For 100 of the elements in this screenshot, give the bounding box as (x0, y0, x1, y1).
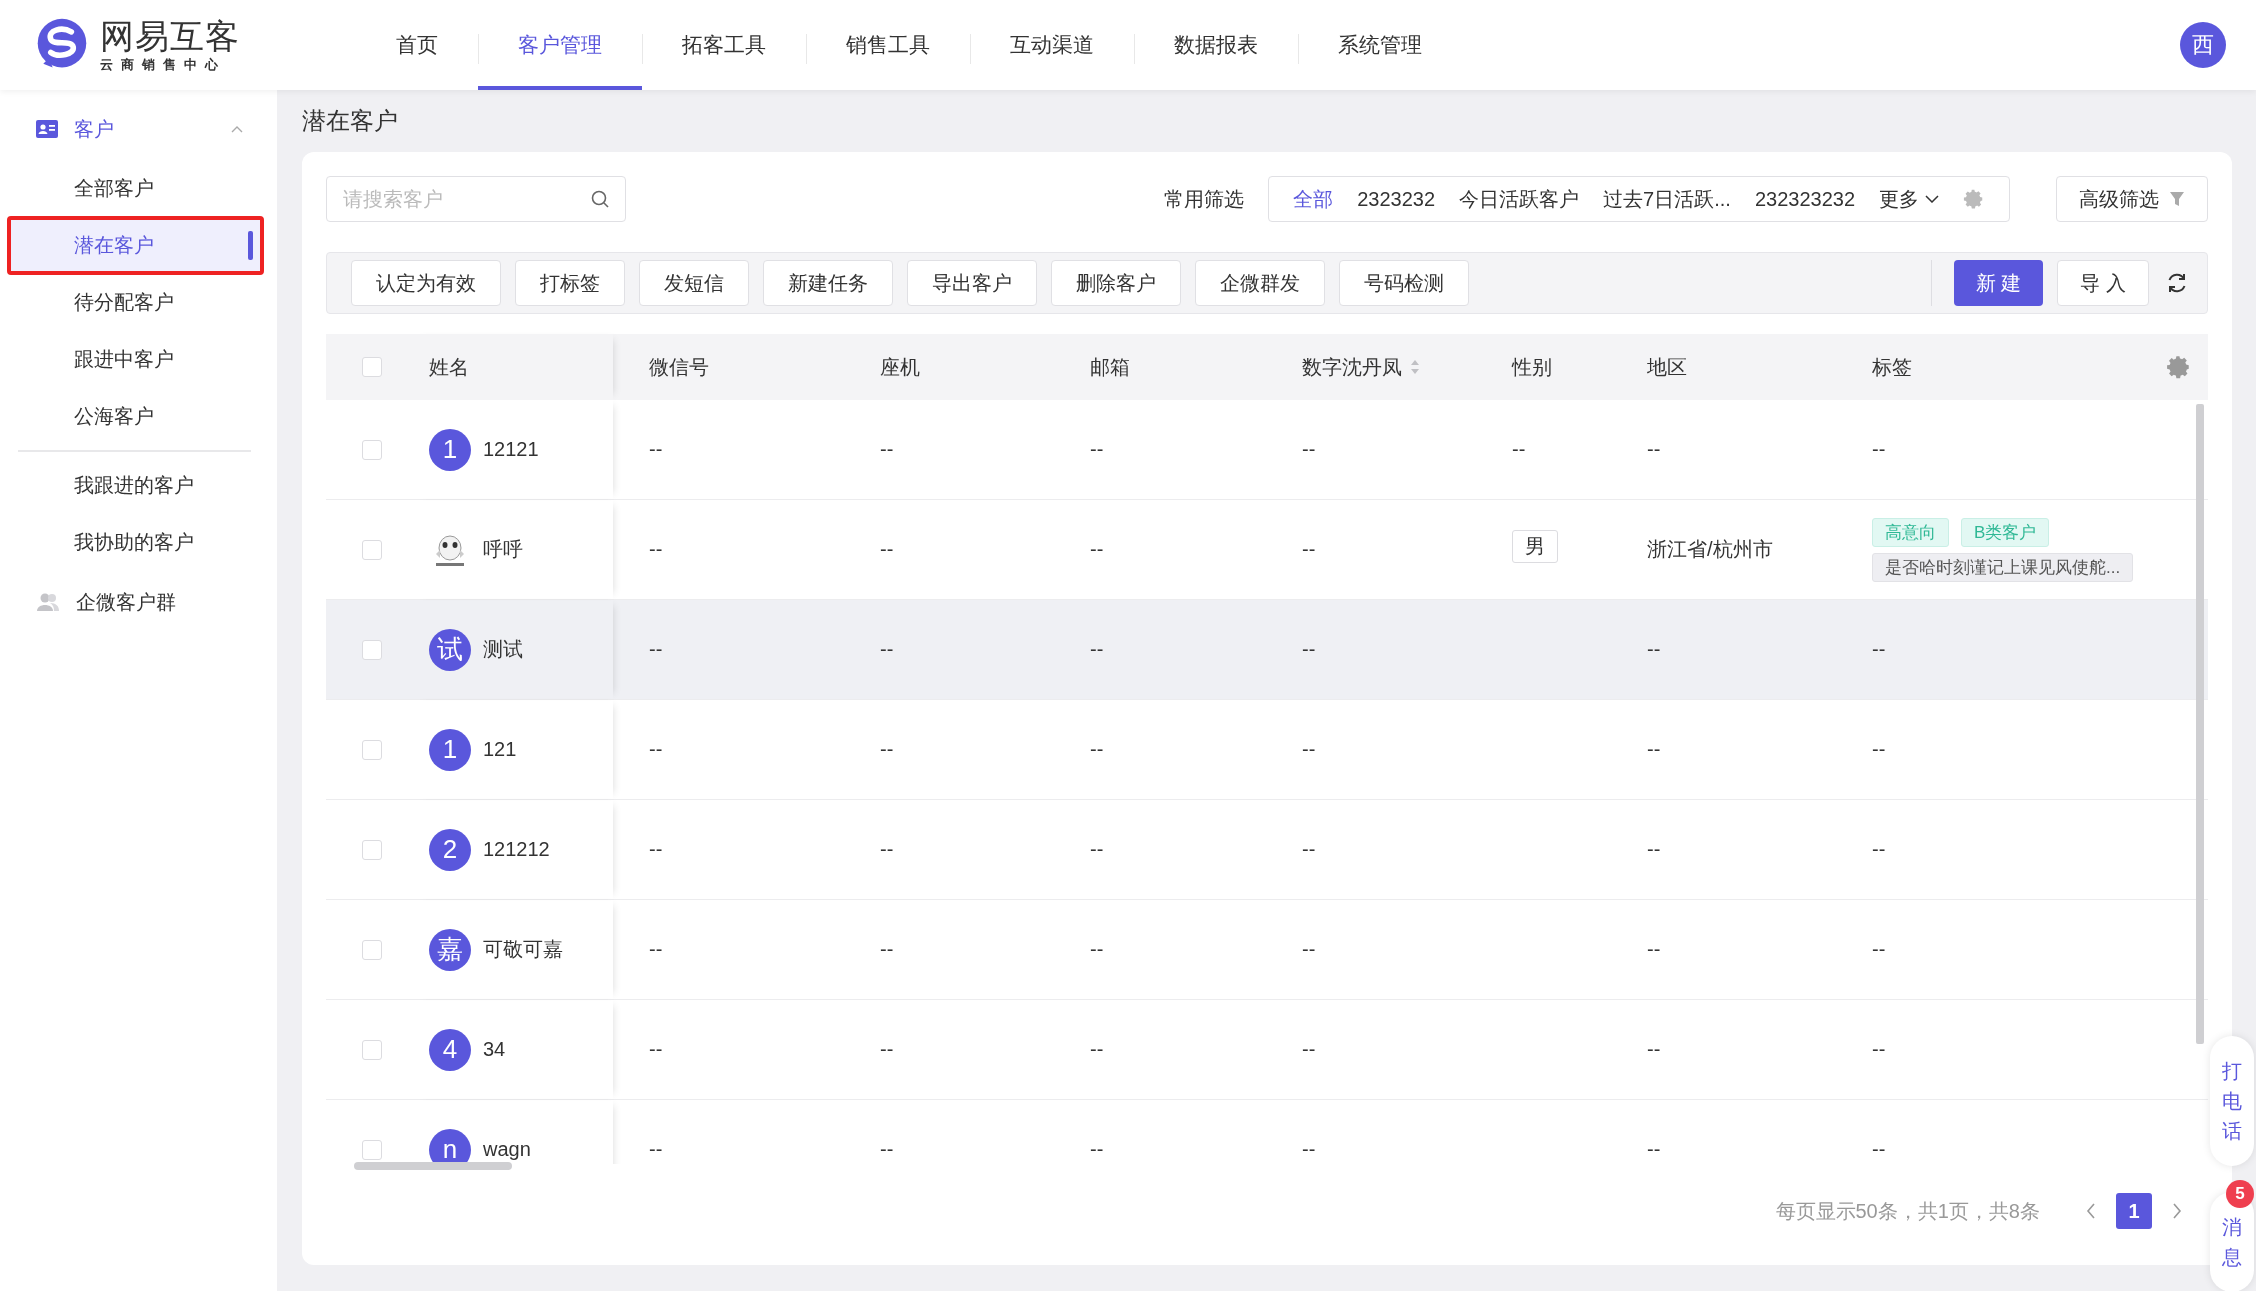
action-button[interactable]: 删除客户 (1051, 260, 1181, 306)
import-button[interactable]: 导 入 (2057, 260, 2149, 306)
table-cell: -- (649, 638, 663, 661)
action-button[interactable]: 新建任务 (763, 260, 893, 306)
table-row[interactable]: 1 121 -- -- -- -- -- -- (326, 700, 2208, 800)
chevron-icon[interactable] (231, 125, 243, 133)
nav-tab[interactable]: 首页 (356, 0, 478, 90)
customer-name[interactable]: 可敬可嘉 (483, 936, 563, 963)
table-row[interactable]: 试 测试 -- -- -- -- -- -- (326, 600, 2208, 700)
page-button[interactable]: 1 (2116, 1193, 2152, 1229)
avatar: 2 (429, 828, 471, 871)
nav-tab[interactable]: 系统管理 (1298, 0, 1462, 90)
table-cell: -- (880, 638, 894, 661)
customer-name[interactable]: 呼呼 (483, 536, 523, 563)
action-button[interactable]: 企微群发 (1195, 260, 1325, 306)
action-button[interactable]: 发短信 (639, 260, 749, 306)
sidebar-item[interactable]: 公海客户 (8, 388, 263, 445)
customer-name[interactable]: 121212 (483, 838, 550, 861)
search-icon (590, 189, 610, 209)
filter-option[interactable]: 232323232 (1754, 187, 1855, 211)
table-row[interactable]: 4 34 -- -- -- -- -- -- (326, 1000, 2208, 1100)
sidebar-item[interactable]: 全部客户 (8, 160, 263, 217)
more-dropdown[interactable]: 更多 (1879, 185, 1939, 213)
table-cell: -- (1090, 438, 1104, 461)
filter-option[interactable]: 今日活跃客户 (1459, 185, 1580, 213)
avatar: n (429, 1128, 471, 1164)
action-button[interactable]: 认定为有效 (351, 260, 501, 306)
table-cell: -- (880, 938, 894, 961)
pagination-summary: 每页显示50条，共1页，共8条 (1775, 1198, 2040, 1224)
row-checkbox[interactable] (362, 639, 382, 660)
customer-name[interactable]: 121 (483, 738, 517, 761)
logo-subtitle: 云商销售中心 (100, 56, 227, 74)
nav-tab[interactable]: 数据报表 (1134, 0, 1298, 90)
row-checkbox[interactable] (362, 1039, 382, 1060)
filter-option[interactable]: 过去7日活跃... (1603, 185, 1731, 213)
filter-option[interactable]: 全部 (1293, 185, 1334, 213)
sidebar-item[interactable]: 跟进中客户 (8, 331, 263, 388)
table-cell: -- (1872, 938, 1886, 961)
floating-button[interactable]: 打电话 (2210, 1036, 2254, 1166)
table-cell: -- (1872, 738, 1886, 761)
table-cell: -- (1647, 838, 1661, 861)
table-cell: -- (1647, 1038, 1661, 1061)
nav-tab[interactable]: 销售工具 (806, 0, 970, 90)
table-cell: -- (1302, 738, 1316, 761)
nav-tab[interactable]: 互动渠道 (970, 0, 1134, 90)
table-row[interactable]: 1 12121 -- -- -- -- -- -- -- (326, 400, 2208, 500)
table-row[interactable]: 2 121212 -- -- -- -- -- -- (326, 800, 2208, 900)
sidebar-item[interactable]: 待分配客户 (8, 274, 263, 331)
sidebar-item[interactable]: 潜在客户 (8, 217, 263, 274)
row-checkbox[interactable] (362, 939, 382, 960)
action-button[interactable]: 导出客户 (907, 260, 1037, 306)
action-button[interactable]: 号码检测 (1339, 260, 1469, 306)
sidebar-item[interactable]: 我跟进的客户 (8, 457, 263, 514)
avatar: 1 (429, 728, 471, 771)
sidebar-item[interactable]: 我协助的客户 (8, 514, 263, 571)
scrollbar[interactable] (2196, 404, 2204, 1044)
nav-tab[interactable]: 客户管理 (478, 0, 642, 90)
notification-badge: 5 (2226, 1180, 2254, 1208)
table-cell: -- (1302, 1038, 1316, 1061)
row-checkbox[interactable] (362, 739, 382, 760)
sort-icon[interactable] (1410, 359, 1420, 375)
row-checkbox[interactable] (362, 539, 382, 560)
user-avatar[interactable]: 西 (2180, 22, 2226, 68)
advanced-filter-button[interactable]: 高级筛选 (2056, 176, 2208, 222)
table-row[interactable]: 呼呼 -- -- -- -- 男 浙江省/杭州市 高意向 B类客户 是否哈时刻谨记上课见风使舵... (326, 500, 2208, 600)
customer-name[interactable]: wagn (483, 1138, 531, 1161)
customer-name[interactable]: 34 (483, 1038, 506, 1061)
table-cell: -- (1872, 838, 1886, 861)
new-button[interactable]: 新 建 (1953, 260, 2044, 306)
row-checkbox[interactable] (362, 439, 382, 460)
tag: 高意向 (1872, 517, 1949, 547)
table-cell: -- (1647, 638, 1661, 661)
select-all-checkbox[interactable] (362, 357, 382, 377)
table-row[interactable]: 嘉 可敬可嘉 -- -- -- -- -- -- (326, 900, 2208, 1000)
table-cell: -- (1090, 738, 1104, 761)
customer-name[interactable]: 12121 (483, 438, 539, 461)
previous-page-icon[interactable] (2086, 1203, 2096, 1219)
settings-icon[interactable] (1963, 188, 1985, 210)
table-cell: -- (1302, 438, 1316, 461)
column-header: 姓名 (429, 354, 469, 380)
search-field[interactable]: 请搜索客户 (326, 176, 626, 222)
sidebar-group[interactable]: 企微客户群 (0, 571, 277, 633)
row-checkbox[interactable] (362, 839, 382, 860)
table-cell: -- (880, 1038, 894, 1061)
gender-tag: 男 (1512, 530, 1558, 563)
next-page-icon[interactable] (2172, 1203, 2182, 1219)
table-cell: -- (1647, 938, 1661, 961)
scrollbar[interactable] (354, 1162, 512, 1170)
settings-icon[interactable] (2166, 354, 2192, 380)
row-checkbox[interactable] (362, 1139, 382, 1160)
table-cell: -- (880, 738, 894, 761)
table-cell: -- (1302, 838, 1316, 861)
nav-tab[interactable]: 拓客工具 (642, 0, 806, 90)
filter-option[interactable]: 2323232 (1357, 187, 1436, 211)
action-button[interactable]: 打标签 (515, 260, 625, 306)
sidebar-group[interactable]: 客户 (0, 98, 277, 160)
table-cell: -- (1872, 1038, 1886, 1061)
page-title: 潜在客户 (302, 106, 399, 136)
customer-name[interactable]: 测试 (483, 636, 523, 663)
avatar: 试 (429, 628, 471, 671)
